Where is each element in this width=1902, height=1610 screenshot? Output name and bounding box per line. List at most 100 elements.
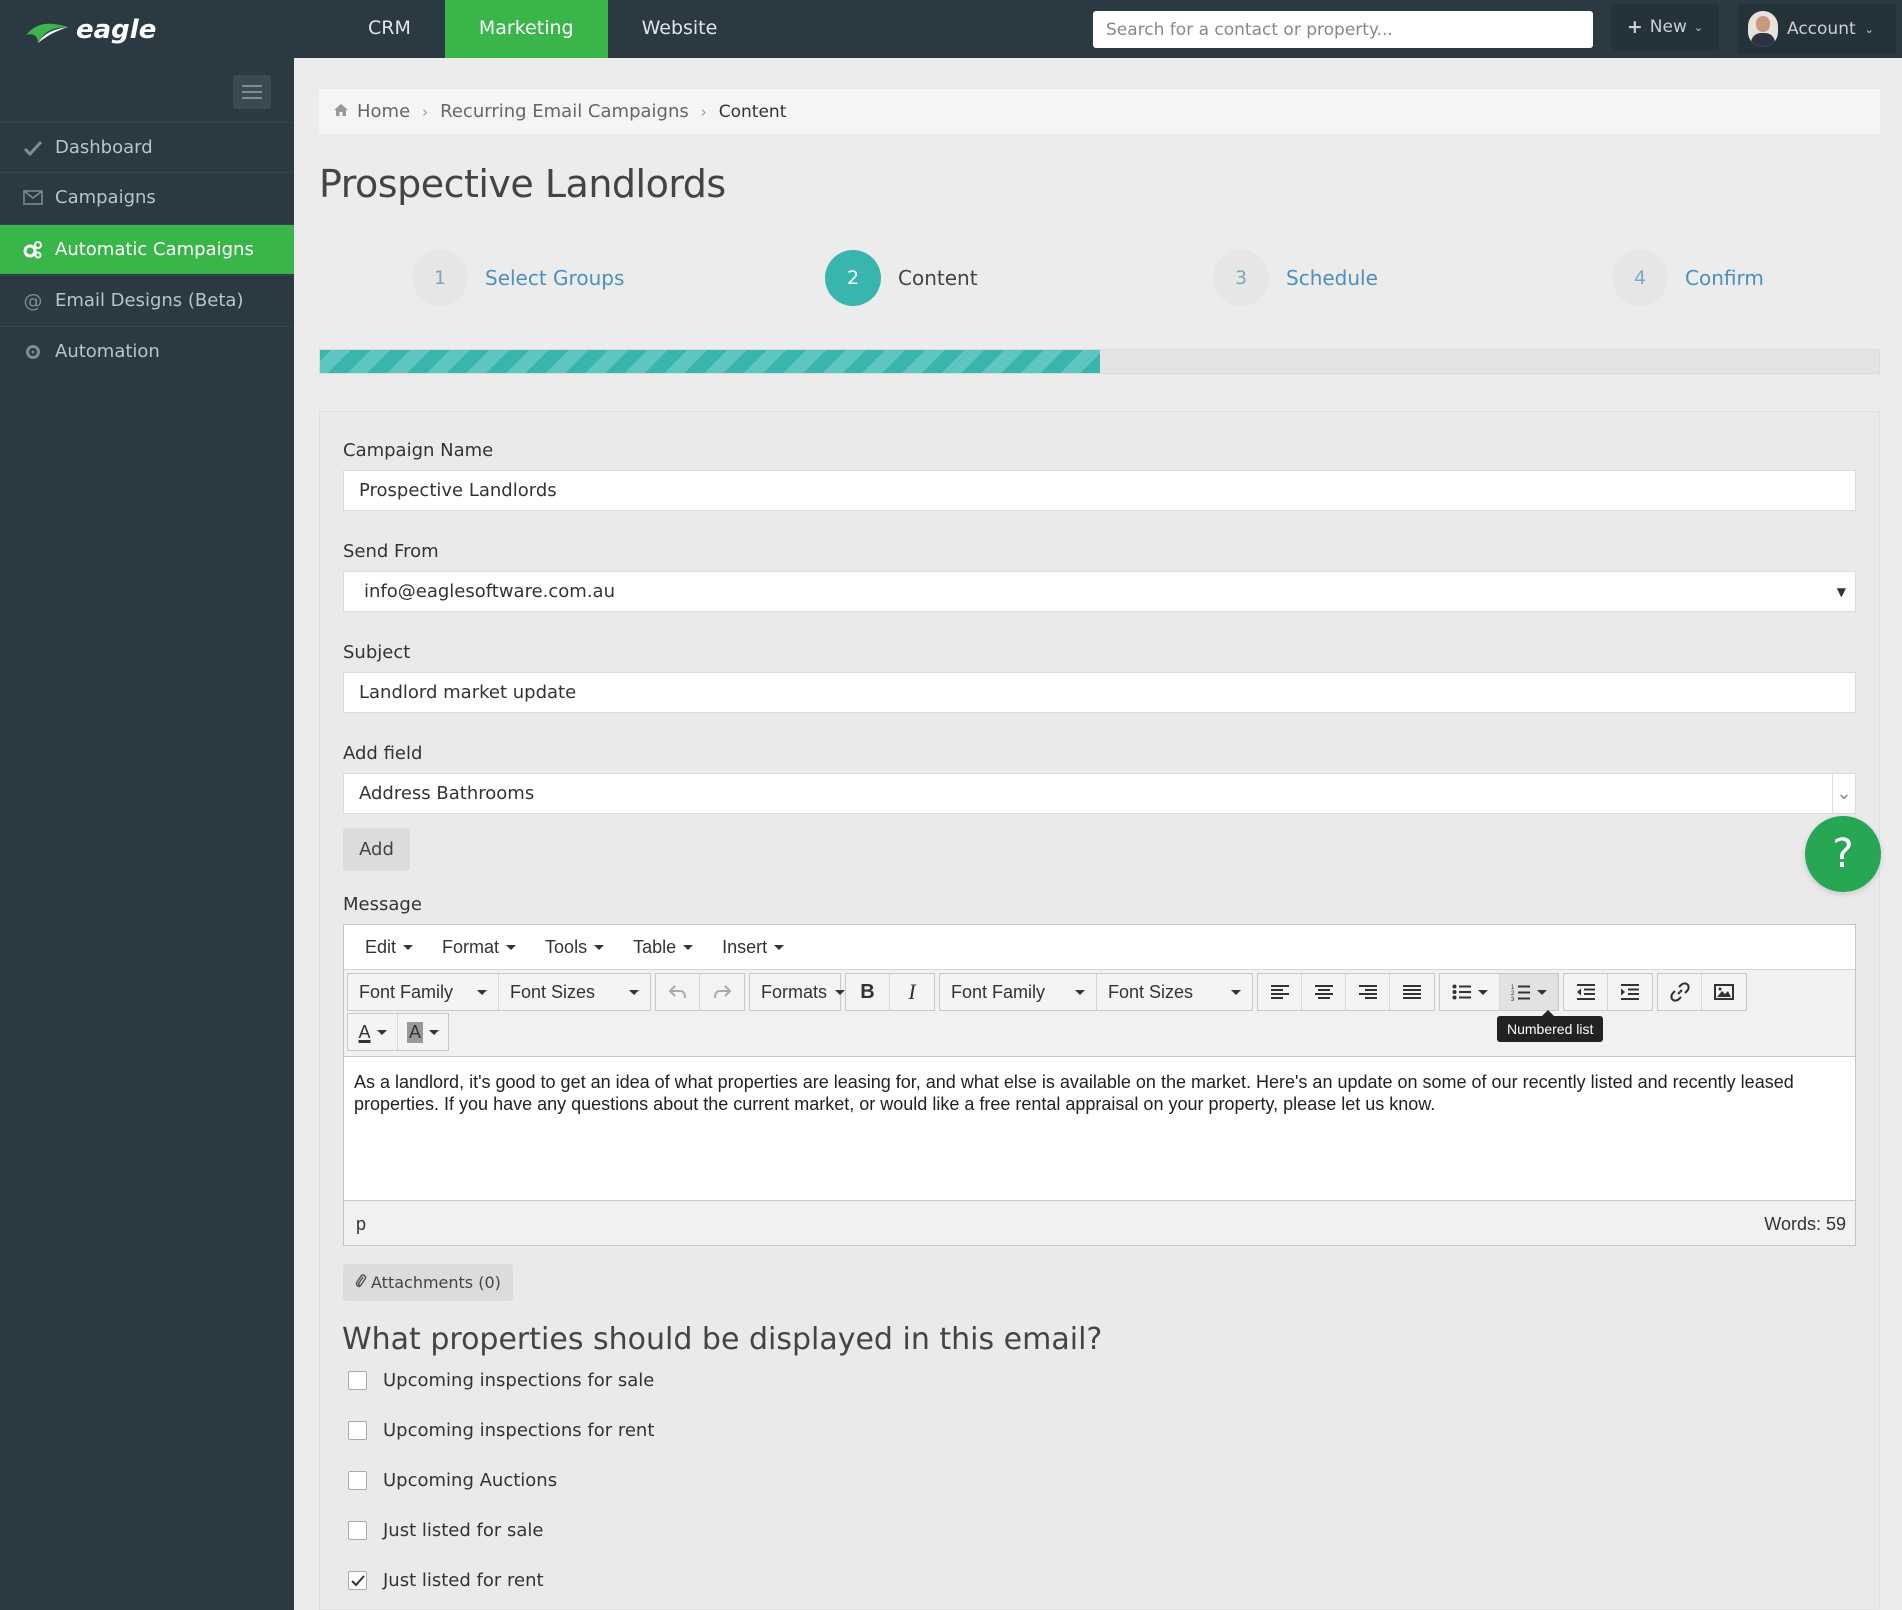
font-sizes-select[interactable]: Font Sizes (499, 974, 650, 1010)
font-controls: Font Family Font Sizes (347, 973, 651, 1011)
properties-question: What properties should be displayed in t… (342, 1322, 1103, 1357)
step-select-groups[interactable]: 1 Select Groups (412, 250, 624, 306)
send-from-select[interactable]: info@eaglesoftware.com.au ▼ (343, 571, 1856, 612)
step-number: 1 (412, 250, 468, 306)
element-path[interactable]: p (356, 1214, 366, 1235)
insert-controls (1657, 973, 1747, 1011)
font-family-select[interactable]: Font Family (348, 974, 499, 1010)
menu-edit[interactable]: Edit (353, 937, 425, 958)
step-schedule[interactable]: 3 Schedule (1213, 250, 1378, 306)
step-content[interactable]: 2 Content (825, 250, 978, 306)
menu-insert[interactable]: Insert (710, 937, 796, 958)
align-right-icon[interactable] (1346, 974, 1390, 1010)
tab-marketing[interactable]: Marketing (444, 0, 608, 58)
caret-down-icon (429, 1029, 440, 1035)
new-button[interactable]: + New ⌄ (1611, 4, 1719, 50)
step-label: Schedule (1286, 266, 1378, 290)
formats-select[interactable]: Formats (750, 974, 846, 1010)
checkbox[interactable] (348, 1421, 367, 1440)
top-tabs: CRM Marketing Website (334, 0, 751, 58)
account-menu[interactable]: Account ⌄ (1738, 4, 1896, 54)
checkbox-just-listed-sale[interactable]: Just listed for sale (348, 1520, 544, 1541)
undo-icon[interactable] (656, 974, 700, 1010)
menu-toggle-icon[interactable] (233, 75, 271, 109)
checkbox[interactable] (348, 1371, 367, 1390)
checkbox-upcoming-inspections-rent[interactable]: Upcoming inspections for rent (348, 1420, 654, 1441)
sidebar-item-campaigns[interactable]: Campaigns (0, 172, 294, 222)
svg-text:3: 3 (1511, 997, 1515, 1001)
subject-label: Subject (343, 642, 411, 663)
editor-toolbar: Font Family Font Sizes Formats B I Font … (347, 973, 1751, 1011)
font-family-select[interactable]: Font Family (940, 974, 1097, 1010)
checkbox-upcoming-inspections-sale[interactable]: Upcoming inspections for sale (348, 1370, 654, 1391)
checkbox-upcoming-auctions[interactable]: Upcoming Auctions (348, 1470, 557, 1491)
background-color-icon[interactable]: A (398, 1014, 448, 1050)
step-number: 3 (1213, 250, 1269, 306)
menu-format[interactable]: Format (430, 937, 528, 958)
step-confirm[interactable]: 4 Confirm (1612, 250, 1764, 306)
checkbox-label: Upcoming inspections for rent (383, 1420, 655, 1441)
checkbox[interactable] (348, 1471, 367, 1490)
caret-down-icon: ▼ (1836, 584, 1846, 599)
message-editor: Edit Format Tools Table Insert Font Fami… (343, 924, 1856, 1246)
eagle-logo[interactable]: eagle (24, 10, 156, 50)
search-input[interactable]: Search for a contact or property... (1093, 11, 1593, 48)
sidebar-item-label: Dashboard (55, 137, 153, 158)
link-icon[interactable] (1658, 974, 1702, 1010)
numbered-list-icon[interactable]: 123 (1500, 974, 1558, 1010)
align-controls (1257, 973, 1435, 1011)
sidebar-item-automatic-campaigns[interactable]: Automatic Campaigns (0, 224, 294, 274)
breadcrumb-home[interactable]: Home (357, 101, 410, 122)
chevron-right-icon: › (700, 102, 707, 121)
italic-button[interactable]: I (890, 974, 934, 1010)
campaign-name-value: Prospective Landlords (359, 480, 557, 501)
menu-tools[interactable]: Tools (533, 937, 616, 958)
align-left-icon[interactable] (1258, 974, 1302, 1010)
checkbox-label: Just listed for sale (383, 1520, 544, 1541)
chevron-down-icon: ⌄ (1693, 20, 1704, 34)
sidebar-item-dashboard[interactable]: Dashboard (0, 122, 294, 172)
add-field-button[interactable]: Add (343, 828, 410, 871)
bullet-list-icon[interactable] (1440, 974, 1500, 1010)
page-title: Prospective Landlords (319, 162, 726, 206)
eagle-bird-icon (26, 23, 68, 43)
breadcrumb-parent[interactable]: Recurring Email Campaigns (440, 101, 689, 122)
plus-icon: + (1626, 16, 1643, 38)
caret-down-icon (477, 989, 487, 995)
numbered-list-tooltip: Numbered list (1497, 1010, 1604, 1042)
outdent-icon[interactable] (1564, 974, 1608, 1010)
image-icon[interactable] (1702, 974, 1746, 1010)
step-label: Confirm (1685, 266, 1764, 290)
caret-down-icon (376, 1029, 387, 1035)
envelope-icon (22, 187, 44, 209)
align-center-icon[interactable] (1302, 974, 1346, 1010)
sidebar-item-automation[interactable]: Automation (0, 326, 294, 376)
menu-table[interactable]: Table (621, 937, 705, 958)
checkbox-just-listed-rent[interactable]: Just listed for rent (348, 1570, 544, 1591)
redo-icon[interactable] (700, 974, 744, 1010)
sidebar-item-email-designs[interactable]: @ Email Designs (Beta) (0, 275, 294, 325)
caret-down-icon (594, 944, 605, 950)
breadcrumb-current: Content (718, 101, 787, 122)
tab-crm[interactable]: CRM (334, 0, 445, 58)
formats-controls: Formats (749, 973, 846, 1011)
caret-down-icon (683, 944, 694, 950)
attachments-button[interactable]: Attachments (0) (343, 1264, 513, 1301)
checkbox[interactable] (348, 1521, 367, 1540)
chevron-right-icon: › (422, 102, 429, 121)
editor-content[interactable]: As a landlord, it's good to get an idea … (344, 1056, 1855, 1201)
align-justify-icon[interactable] (1390, 974, 1434, 1010)
tab-website[interactable]: Website (608, 0, 752, 58)
text-color-icon[interactable]: A (348, 1014, 398, 1050)
help-button[interactable]: ? (1805, 816, 1881, 892)
campaign-name-input[interactable]: Prospective Landlords (343, 470, 1856, 511)
caret-down-icon (1231, 989, 1241, 995)
checkbox-checked[interactable] (348, 1571, 367, 1590)
bold-button[interactable]: B (846, 974, 890, 1010)
step-number: 2 (825, 250, 881, 306)
indent-icon[interactable] (1608, 974, 1652, 1010)
font-sizes-select[interactable]: Font Sizes (1097, 974, 1252, 1010)
subject-input[interactable]: Landlord market update (343, 672, 1856, 713)
caret-down-icon (774, 944, 785, 950)
add-field-select[interactable]: Address Bathrooms ⌄ (343, 773, 1856, 814)
